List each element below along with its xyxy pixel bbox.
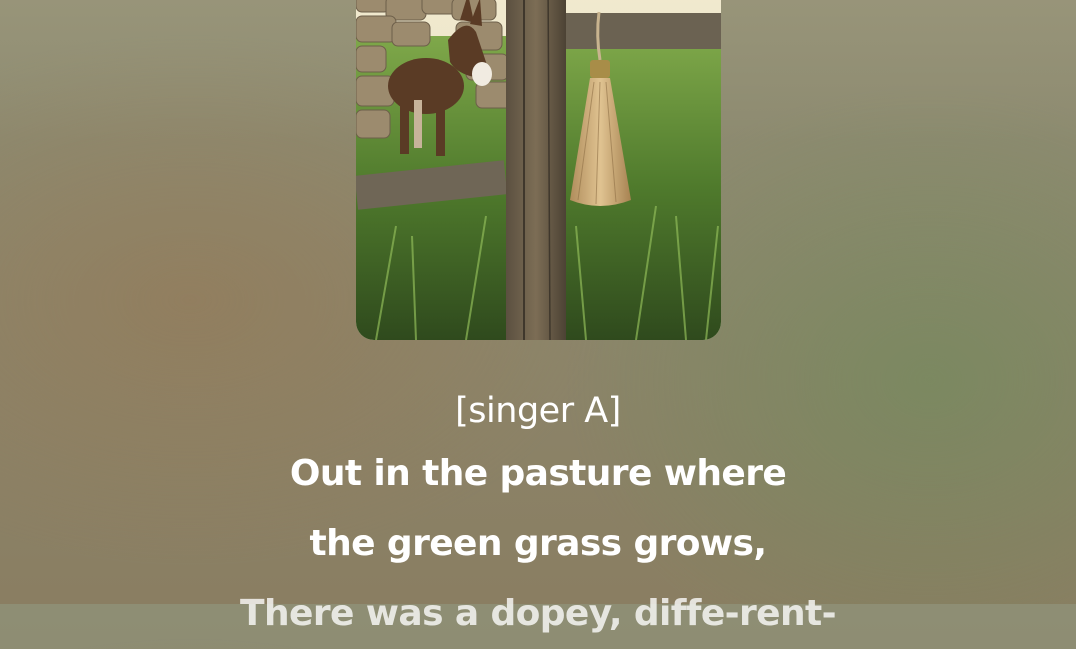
lyrics-line-current-2[interactable]: the green grass grows,	[0, 509, 1076, 579]
album-artwork-donkey-fence-icon	[356, 0, 721, 340]
lyrics-line-current-1[interactable]: Out in the pasture where	[0, 439, 1076, 509]
lyrics-panel: [singer A] Out in the pasture where the …	[0, 383, 1076, 649]
lyrics-line-next[interactable]: There was a dopey, diffe-rent-	[0, 579, 1076, 649]
album-artwork[interactable]	[356, 0, 721, 340]
lyrics-singer-tag: [singer A]	[455, 391, 621, 431]
